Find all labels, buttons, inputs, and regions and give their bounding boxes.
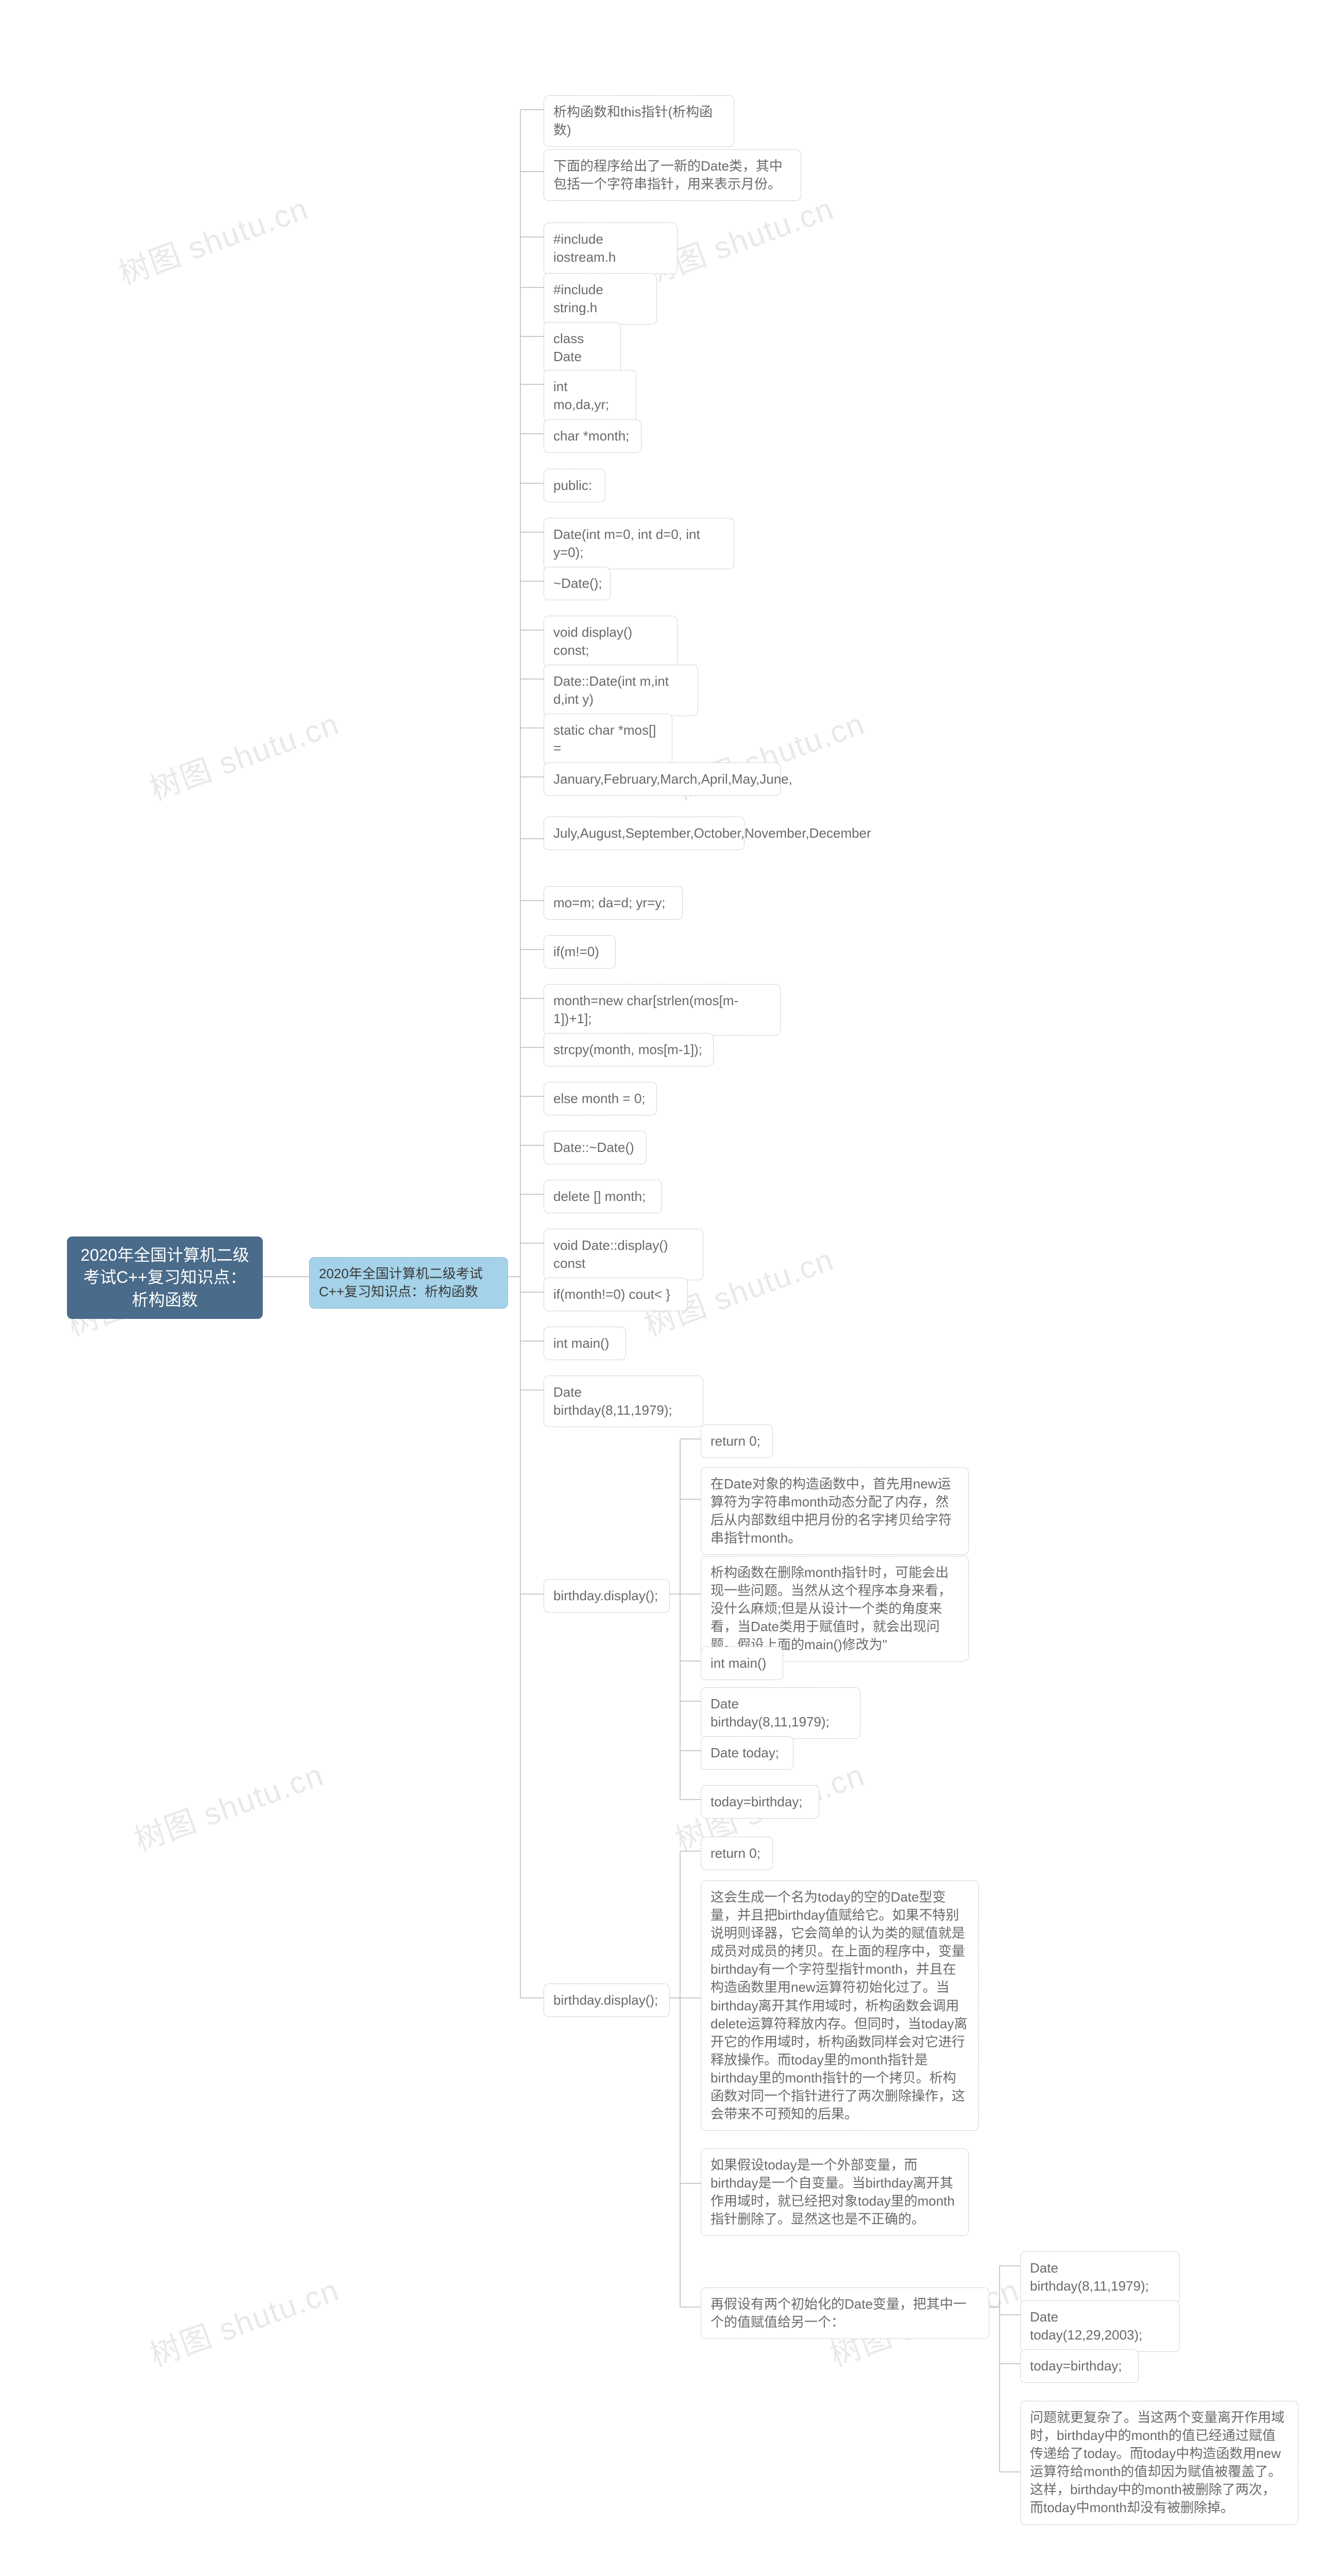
node-text: Date today; <box>711 1745 779 1760</box>
node-text: void Date::display() const <box>553 1238 668 1271</box>
content-node[interactable]: else month = 0; <box>544 1082 657 1115</box>
content-node[interactable]: public: <box>544 469 605 502</box>
root-node[interactable]: 2020年全国计算机二级考试C++复习知识点：析构函数 <box>67 1236 263 1319</box>
node-text: strcpy(month, mos[m-1]); <box>553 1042 702 1057</box>
watermark: 树图 shutu.cn <box>143 699 345 809</box>
node-text: public: <box>553 478 592 493</box>
content-node[interactable]: delete [] month; <box>544 1180 662 1213</box>
content-node[interactable]: today=birthday; <box>1020 2349 1139 2383</box>
node-text: 析构函数在删除month指针时，可能会出现一些问题。当然从这个程序本身来看，没什… <box>711 1565 952 1652</box>
watermark: 树图 shutu.cn <box>127 1750 329 1860</box>
node-text: static char *mos[] = <box>553 722 656 756</box>
node-text: Date birthday(8,11,1979); <box>711 1696 830 1730</box>
node-text: today=birthday; <box>711 1794 803 1809</box>
node-text: ~Date(); <box>553 575 602 591</box>
content-node[interactable]: char *month; <box>544 419 641 453</box>
content-node[interactable]: 问题就更复杂了。当这两个变量离开作用域时，birthday中的month的值已经… <box>1020 2401 1298 2525</box>
content-node[interactable]: today=birthday; <box>701 1785 819 1819</box>
node-text: class Date <box>553 331 584 364</box>
section-node[interactable]: 2020年全国计算机二级考试C++复习知识点：析构函数 <box>309 1257 508 1309</box>
node-text: 下面的程序给出了一新的Date类，其中包括一个字符串指针，用来表示月份。 <box>553 158 783 192</box>
content-node[interactable]: strcpy(month, mos[m-1]); <box>544 1033 714 1066</box>
content-node[interactable]: 在Date对象的构造函数中，首先用new运算符为字符串month动态分配了内存，… <box>701 1467 969 1555</box>
content-node[interactable]: if(month!=0) cout< } <box>544 1278 688 1311</box>
node-text: today=birthday; <box>1030 2358 1122 2374</box>
content-node[interactable]: Date(int m=0, int d=0, int y=0); <box>544 518 734 569</box>
node-text: 再假设有两个初始化的Date变量，把其中一个的值赋值给另一个： <box>711 2296 967 2330</box>
content-node[interactable]: Date birthday(8,11,1979); <box>1020 2251 1180 2303</box>
content-node[interactable]: Date::Date(int m,int d,int y) <box>544 665 698 716</box>
content-node[interactable]: void Date::display() const <box>544 1229 703 1280</box>
content-node[interactable]: Date birthday(8,11,1979); <box>701 1687 860 1739</box>
content-node[interactable]: Date birthday(8,11,1979); <box>544 1376 703 1427</box>
node-text: July,August,September,October,November,D… <box>553 825 871 841</box>
content-node[interactable]: month=new char[strlen(mos[m-1])+1]; <box>544 984 781 1036</box>
node-text: birthday.display(); <box>553 1588 658 1603</box>
content-node[interactable]: return 0; <box>701 1425 773 1458</box>
node-text: Date today(12,29,2003); <box>1030 2309 1142 2343</box>
node-text: void display() const; <box>553 624 632 658</box>
content-node[interactable]: 析构函数和this指针(析构函数) <box>544 95 734 147</box>
node-text: month=new char[strlen(mos[m-1])+1]; <box>553 993 738 1026</box>
content-node[interactable]: 析构函数在删除month指针时，可能会出现一些问题。当然从这个程序本身来看，没什… <box>701 1556 969 1662</box>
content-node[interactable]: mo=m; da=d; yr=y; <box>544 886 683 920</box>
content-node[interactable]: int mo,da,yr; <box>544 370 636 421</box>
node-text: if(month!=0) cout< } <box>553 1286 670 1302</box>
content-node[interactable]: 这会生成一个名为today的空的Date型变量，并且把birthday值赋给它。… <box>701 1880 979 2131</box>
node-text: delete [] month; <box>553 1189 646 1204</box>
node-text: Date(int m=0, int d=0, int y=0); <box>553 527 700 560</box>
content-node[interactable]: static char *mos[] = <box>544 714 672 765</box>
content-node[interactable]: #include iostream.h <box>544 223 678 274</box>
content-node[interactable]: Date today(12,29,2003); <box>1020 2300 1180 2352</box>
content-node[interactable]: return 0; <box>701 1837 773 1870</box>
node-text: Date birthday(8,11,1979); <box>1030 2260 1149 2294</box>
node-text: 如果假设today是一个外部变量，而birthday是一个自变量。当birthd… <box>711 2157 955 2227</box>
node-text: int main() <box>553 1335 609 1351</box>
node-text: 在Date对象的构造函数中，首先用new运算符为字符串month动态分配了内存，… <box>711 1476 952 1546</box>
content-node[interactable]: ~Date(); <box>544 567 611 600</box>
node-text: return 0; <box>711 1433 760 1449</box>
content-node[interactable]: 如果假设today是一个外部变量，而birthday是一个自变量。当birthd… <box>701 2148 969 2236</box>
node-text: 问题就更复杂了。当这两个变量离开作用域时，birthday中的month的值已经… <box>1030 2410 1284 2515</box>
node-text: else month = 0; <box>553 1091 646 1106</box>
node-text: Date::Date(int m,int d,int y) <box>553 673 669 707</box>
root-label: 2020年全国计算机二级考试C++复习知识点：析构函数 <box>76 1244 253 1311</box>
content-node[interactable]: int main() <box>701 1647 783 1680</box>
node-text: 这会生成一个名为today的空的Date型变量，并且把birthday值赋给它。… <box>711 1889 967 2122</box>
node-text: #include iostream.h <box>553 231 616 265</box>
content-node[interactable]: July,August,September,October,November,D… <box>544 817 745 850</box>
node-text: int main() <box>711 1655 766 1671</box>
content-node[interactable]: 再假设有两个初始化的Date变量，把其中一个的值赋值给另一个： <box>701 2287 989 2339</box>
content-node[interactable]: 下面的程序给出了一新的Date类，其中包括一个字符串指针，用来表示月份。 <box>544 149 801 201</box>
content-node[interactable]: void display() const; <box>544 616 678 667</box>
node-text: Date::~Date() <box>553 1140 634 1155</box>
section-label: 2020年全国计算机二级考试C++复习知识点：析构函数 <box>319 1266 483 1299</box>
node-text: #include string.h <box>553 282 603 315</box>
content-node[interactable]: if(m!=0) <box>544 935 616 969</box>
watermark: 树图 shutu.cn <box>143 2265 345 2376</box>
content-node[interactable]: birthday.display(); <box>544 1579 670 1613</box>
node-text: January,February,March,April,May,June, <box>553 771 792 787</box>
content-node[interactable]: Date::~Date() <box>544 1131 647 1164</box>
content-node[interactable]: Date today; <box>701 1736 793 1770</box>
node-text: int mo,da,yr; <box>553 379 609 412</box>
node-text: mo=m; da=d; yr=y; <box>553 895 665 910</box>
node-text: return 0; <box>711 1845 760 1861</box>
node-text: birthday.display(); <box>553 1992 658 2008</box>
node-text: Date birthday(8,11,1979); <box>553 1384 672 1418</box>
node-text: if(m!=0) <box>553 944 599 959</box>
watermark: 树图 shutu.cn <box>112 184 314 294</box>
content-node[interactable]: January,February,March,April,May,June, <box>544 762 781 796</box>
content-node[interactable]: #include string.h <box>544 273 657 325</box>
content-node[interactable]: birthday.display(); <box>544 1984 670 2017</box>
content-node[interactable]: class Date <box>544 322 621 374</box>
node-text: 析构函数和this指针(析构函数) <box>553 104 713 138</box>
node-text: char *month; <box>553 428 629 444</box>
content-node[interactable]: int main() <box>544 1327 626 1360</box>
